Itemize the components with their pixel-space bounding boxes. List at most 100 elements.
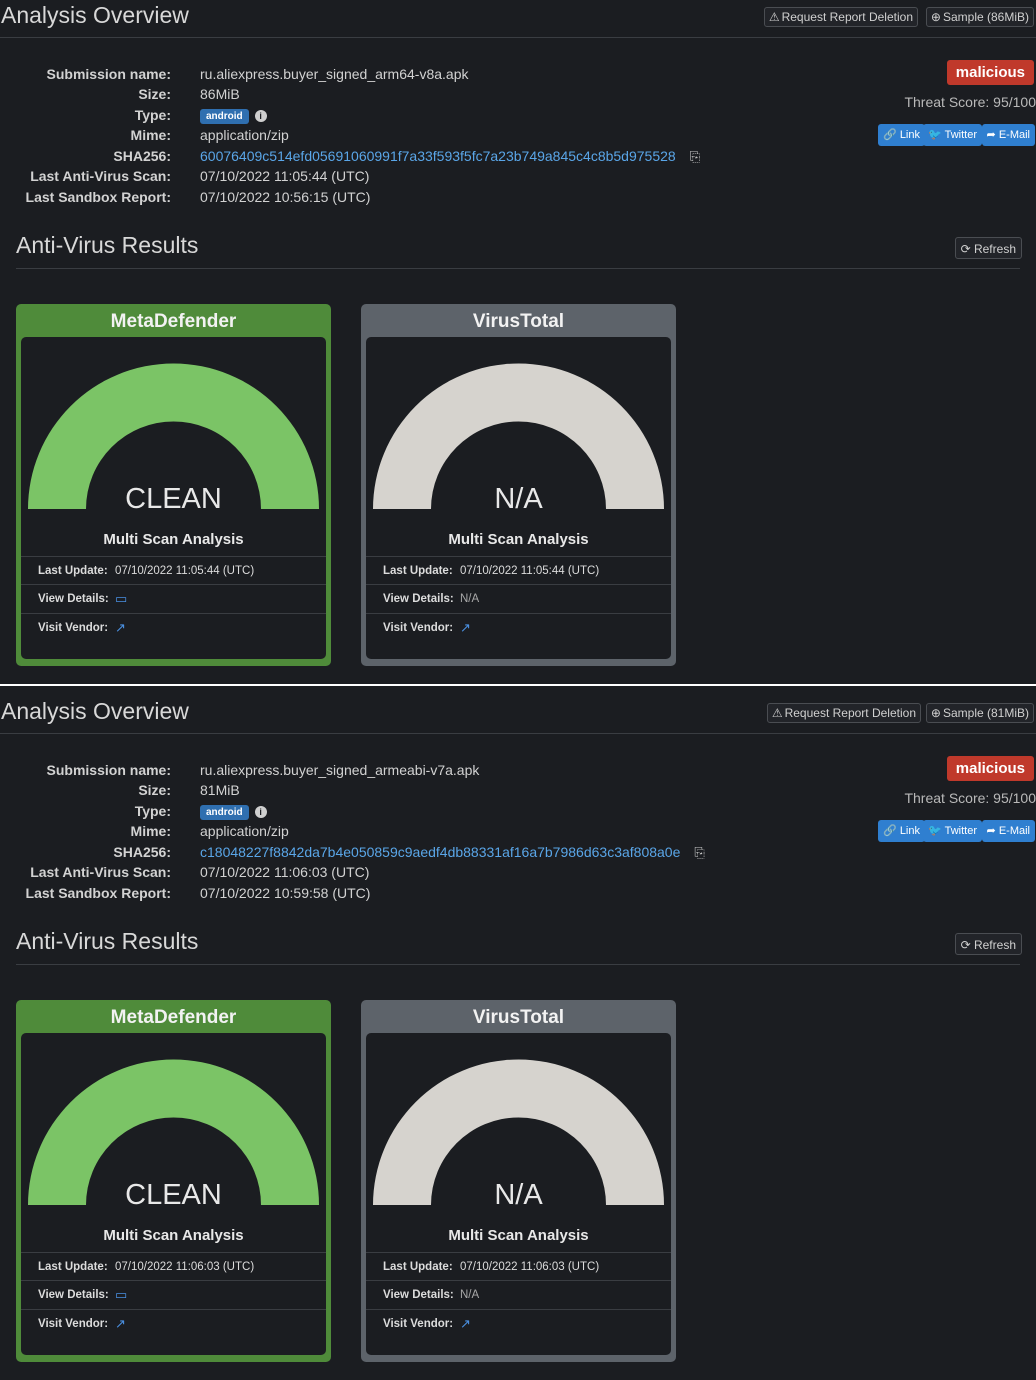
share-twitter-button[interactable]: 🐦 Twitter	[923, 820, 982, 842]
submission-name-value: ru.aliexpress.buyer_signed_armeabi-v7a.a…	[200, 762, 480, 778]
threat-score: Threat Score: 95/100	[904, 790, 1036, 806]
view-details-label: View Details:	[383, 593, 454, 605]
analysis-report-1: Analysis Overview ⚠ Request Report Delet…	[0, 0, 1036, 684]
visit-vendor-label: Visit Vendor:	[383, 622, 454, 634]
last-av-scan-value: 07/10/2022 11:06:03 (UTC)	[200, 864, 370, 880]
external-link-icon[interactable]: ↗	[460, 1310, 471, 1338]
last-update-label: Last Update:	[38, 565, 108, 577]
view-details-row: View Details: N/A	[366, 1280, 671, 1309]
view-details-value: N/A	[460, 1289, 480, 1301]
view-details-label: View Details:	[38, 1289, 109, 1301]
av-card-virustotal: VirusTotal N/A Multi Scan Analysis Last …	[361, 1000, 676, 1362]
size-value: 81MiB	[200, 782, 240, 798]
size-row: Size: 81MiB	[0, 780, 760, 800]
section-title: Anti-Virus Results	[16, 928, 199, 954]
download-sample-button[interactable]: ⊕ Sample (81MiB)	[925, 703, 1034, 723]
download-sample-button[interactable]: ⊕ Sample (86MiB)	[925, 7, 1034, 27]
scan-result: CLEAN	[125, 483, 222, 515]
submission-name-row: Submission name: ru.aliexpress.buyer_sig…	[0, 760, 760, 780]
submission-name-row: Submission name: ru.aliexpress.buyer_sig…	[0, 64, 760, 84]
last-av-scan-row: Last Anti-Virus Scan: 07/10/2022 11:05:4…	[0, 166, 760, 186]
last-av-scan-value: 07/10/2022 11:05:44 (UTC)	[200, 168, 370, 184]
request-report-deletion-button[interactable]: ⚠ Request Report Deletion	[763, 7, 918, 27]
sha256-link[interactable]: 60076409c514efd05691060991f7a33f593f5fc7…	[200, 148, 676, 164]
share-link-button[interactable]: 🔗 Link	[878, 124, 925, 146]
last-update-value: 07/10/2022 11:05:44 (UTC)	[115, 565, 255, 577]
av-card-metadefender: MetaDefender CLEAN Multi Scan Analysis L…	[16, 1000, 331, 1362]
section-title: Anti-Virus Results	[16, 232, 199, 258]
mime-label: Mime:	[130, 823, 171, 839]
sha256-label: SHA256:	[113, 148, 171, 164]
visit-vendor-row: Visit Vendor: ↗	[21, 1309, 326, 1338]
link-icon: 🔗	[883, 825, 897, 837]
info-icon[interactable]: i	[254, 110, 267, 123]
gauge-caption: Multi Scan Analysis	[448, 531, 589, 548]
refresh-button[interactable]: ⟳ Refresh	[954, 237, 1022, 259]
vendor-title: VirusTotal	[472, 1007, 565, 1028]
twitter-icon: 🐦	[928, 825, 942, 837]
size-label: Size:	[138, 782, 171, 798]
visit-vendor-label: Visit Vendor:	[38, 622, 109, 634]
scan-result: CLEAN	[125, 1179, 222, 1211]
window-icon[interactable]: ▭	[115, 1281, 127, 1309]
refresh-button[interactable]: ⟳ Refresh	[954, 933, 1022, 955]
copy-icon[interactable]: ⎘	[694, 843, 704, 863]
type-label: Type:	[134, 107, 171, 123]
last-update-value: 07/10/2022 11:06:03 (UTC)	[460, 1261, 600, 1273]
external-link-icon[interactable]: ↗	[115, 614, 126, 642]
page-title: Analysis Overview	[1, 2, 189, 28]
last-sandbox-row: Last Sandbox Report: 07/10/2022 10:56:15…	[0, 187, 760, 207]
type-row: Type: android i	[0, 105, 760, 125]
divider	[0, 37, 1036, 38]
sha256-link[interactable]: c18048227f8842da7b4e050859c9aedf4db88331…	[200, 844, 680, 860]
last-sandbox-label: Last Sandbox Report:	[25, 189, 171, 205]
verdict-badge: malicious	[946, 60, 1034, 85]
visit-vendor-row: Visit Vendor: ↗	[366, 613, 671, 642]
view-details-row: View Details: ▭	[21, 1280, 326, 1309]
page-title: Analysis Overview	[1, 698, 189, 724]
share-link-button[interactable]: 🔗 Link	[878, 820, 925, 842]
external-link-icon[interactable]: ↗	[460, 614, 471, 642]
download-icon: ⊕	[930, 706, 941, 720]
link-icon: 🔗	[883, 129, 897, 141]
type-label: Type:	[134, 803, 171, 819]
last-update-row: Last Update: 07/10/2022 11:05:44 (UTC)	[21, 556, 326, 585]
av-card-metadefender: MetaDefender CLEAN Multi Scan Analysis L…	[16, 304, 331, 666]
threat-score: Threat Score: 95/100	[904, 94, 1036, 110]
mime-row: Mime: application/zip	[0, 125, 760, 145]
view-details-label: View Details:	[383, 1289, 454, 1301]
last-update-label: Last Update:	[383, 565, 453, 577]
last-update-value: 07/10/2022 11:06:03 (UTC)	[115, 1261, 255, 1273]
last-update-row: Last Update: 07/10/2022 11:06:03 (UTC)	[366, 1252, 671, 1281]
visit-vendor-label: Visit Vendor:	[383, 1318, 454, 1330]
refresh-icon: ⟳	[960, 938, 971, 952]
last-av-scan-row: Last Anti-Virus Scan: 07/10/2022 11:06:0…	[0, 862, 760, 882]
share-twitter-button[interactable]: 🐦 Twitter	[923, 124, 982, 146]
scan-result: N/A	[494, 483, 543, 515]
share-email-button[interactable]: ➦ E-Mail	[981, 124, 1035, 146]
last-update-label: Last Update:	[383, 1261, 453, 1273]
share-icon: ➦	[986, 129, 996, 141]
copy-icon[interactable]: ⎘	[690, 147, 700, 167]
submission-name-label: Submission name:	[46, 66, 171, 82]
request-report-deletion-button[interactable]: ⚠ Request Report Deletion	[766, 703, 921, 723]
last-update-row: Last Update: 07/10/2022 11:05:44 (UTC)	[366, 556, 671, 585]
info-icon[interactable]: i	[254, 806, 267, 819]
divider	[0, 733, 1036, 734]
av-card-virustotal: VirusTotal N/A Multi Scan Analysis Last …	[361, 304, 676, 666]
sha256-row: SHA256: 60076409c514efd05691060991f7a33f…	[0, 146, 760, 166]
visit-vendor-label: Visit Vendor:	[38, 1318, 109, 1330]
share-email-button[interactable]: ➦ E-Mail	[981, 820, 1035, 842]
sha256-row: SHA256: c18048227f8842da7b4e050859c9aedf…	[0, 842, 760, 862]
share-icon: ➦	[986, 825, 996, 837]
window-icon[interactable]: ▭	[115, 585, 127, 613]
size-row: Size: 86MiB	[0, 84, 760, 104]
size-value: 86MiB	[200, 86, 240, 102]
gauge-caption: Multi Scan Analysis	[448, 1227, 589, 1244]
external-link-icon[interactable]: ↗	[115, 1310, 126, 1338]
last-update-value: 07/10/2022 11:05:44 (UTC)	[460, 565, 600, 577]
mime-label: Mime:	[130, 127, 171, 143]
report-divider	[0, 684, 1036, 686]
scan-result: N/A	[494, 1179, 543, 1211]
view-details-row: View Details: N/A	[366, 584, 671, 613]
